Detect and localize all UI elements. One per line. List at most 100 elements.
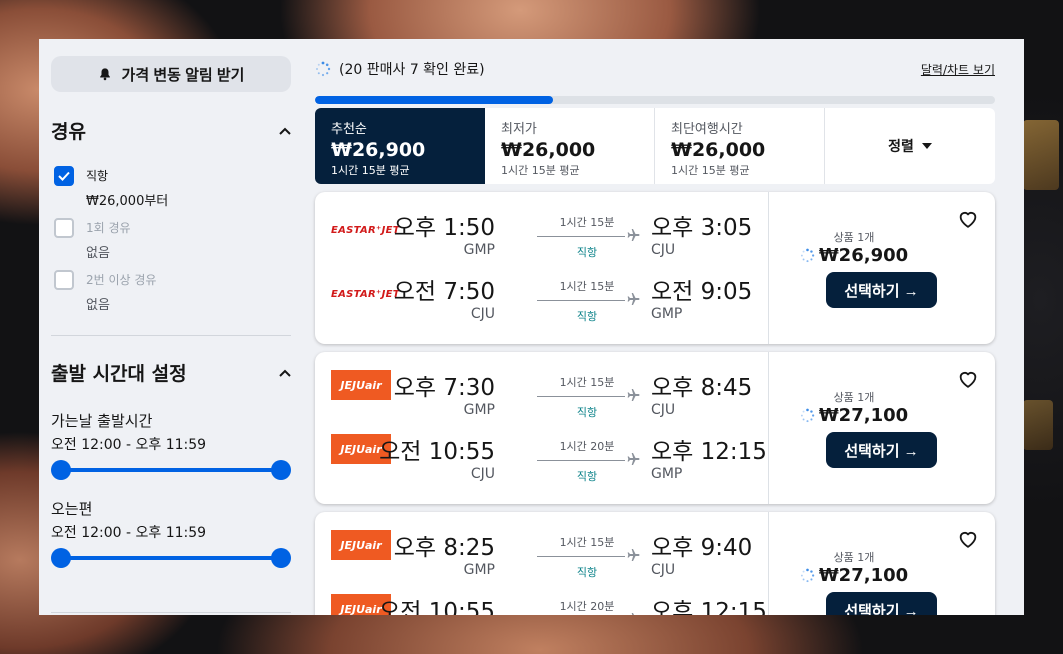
heart-icon[interactable] [957, 208, 979, 230]
tab-price: ₩26,000 [501, 139, 596, 161]
sort-dropdown-label: 정렬 [888, 139, 914, 155]
one-stop-checkbox[interactable] [54, 218, 74, 238]
flight-leg: JEJUair 오전 10:55 CJU 1시간 20분 직항 오후 12:15… [315, 592, 767, 615]
select-flight-button[interactable]: 선택하기 → [826, 432, 937, 468]
flight-duration: 1시간 15분 [559, 216, 615, 229]
flight-leg: JEJUair 오후 8:25 GMP 1시간 15분 직항 오후 9:40 C… [315, 528, 767, 579]
stops-label: 직항 [576, 246, 598, 259]
check-icon [58, 171, 70, 181]
airline-logo: JEJUair [331, 530, 391, 560]
flight-duration: 1시간 20분 [559, 440, 615, 453]
departure-time: 오후 1:50 [393, 215, 495, 241]
calendar-chart-link[interactable]: 달력/차트 보기 [921, 61, 995, 78]
price-alert-button[interactable]: 가격 변동 알림 받기 [51, 56, 291, 92]
stops-option-two-plus[interactable]: 2번 이상 경유 없음 [54, 270, 156, 313]
flight-duration: 1시간 15분 [559, 376, 615, 389]
stops-filter-title: 경유 [51, 121, 86, 143]
tab-cheapest[interactable]: 최저가 ₩26,000 1시간 15분 평균 [485, 108, 655, 184]
slider-handle-start[interactable] [51, 460, 71, 480]
slider-handle-end[interactable] [271, 460, 291, 480]
stops-filter-header[interactable]: 경유 [51, 117, 291, 144]
route-line [537, 460, 625, 461]
plane-icon [627, 229, 640, 241]
heart-icon[interactable] [957, 368, 979, 390]
flight-leg: JEJUair 오전 10:55 CJU 1시간 20분 직항 오후 12:15… [315, 432, 767, 483]
plane-icon [627, 389, 640, 401]
stops-option-price: 없음 [86, 298, 110, 313]
chevron-up-icon[interactable] [279, 369, 291, 377]
price-display: ₩27,100 [769, 405, 939, 426]
arrival-airport: CJU [651, 242, 676, 258]
departure-time: 오전 10:55 [379, 599, 495, 615]
search-status: (20 판매사 7 확인 완료) [315, 59, 485, 79]
airline-logo: JEJUair [331, 370, 391, 400]
select-flight-button[interactable]: 선택하기 → [826, 272, 937, 308]
tab-fastest[interactable]: 최단여행시간 ₩26,000 1시간 15분 평균 [655, 108, 825, 184]
stops-option-price: ₩26,000부터 [86, 194, 169, 209]
tab-price: ₩26,900 [331, 139, 426, 161]
flight-duration: 1시간 20분 [559, 600, 615, 613]
divider [51, 612, 291, 613]
spinner-icon [316, 61, 331, 77]
route-line [537, 556, 625, 557]
search-progress-fill [315, 96, 553, 104]
airline-logo: EASTAR⁺JET [331, 288, 400, 300]
departure-times-header[interactable]: 출발 시간대 설정 [51, 359, 291, 386]
chevron-up-icon[interactable] [279, 127, 291, 135]
route-line [537, 396, 625, 397]
arrival-airport: CJU [651, 562, 676, 578]
stops-option-one-stop[interactable]: 1회 경유 없음 [54, 218, 131, 261]
slider-handle-end[interactable] [271, 548, 291, 568]
flight-result-card[interactable]: EASTAR⁺JET 오후 1:50 GMP 1시간 15분 직항 오후 3:0… [315, 192, 995, 344]
stops-label: 직항 [576, 566, 598, 579]
flight-results-page: 가격 변동 알림 받기 경유 직항 ₩26,000부터 1회 경유 없음 2번 … [39, 39, 1024, 615]
plane-icon [627, 453, 640, 465]
flight-result-card[interactable]: JEJUair 오후 8:25 GMP 1시간 15분 직항 오후 9:40 C… [315, 512, 995, 615]
plane-icon [627, 549, 640, 561]
price-column: 상품 1개 ₩26,900 선택하기 → [768, 192, 995, 344]
return-time-slider[interactable] [51, 548, 291, 568]
spinner-icon [800, 248, 815, 263]
direct-checkbox[interactable] [54, 166, 74, 186]
arrival-time: 오전 9:05 [651, 279, 753, 305]
flight-leg: EASTAR⁺JET 오전 7:50 CJU 1시간 15분 직항 오전 9:0… [315, 272, 767, 323]
slider-handle-start[interactable] [51, 548, 71, 568]
flight-duration: 1시간 15분 [559, 280, 615, 293]
arrival-airport: CJU [651, 402, 676, 418]
route-line [537, 236, 625, 237]
tab-title: 최저가 [501, 122, 537, 137]
tab-price: ₩26,000 [671, 139, 766, 161]
price-column: 상품 1개 ₩27,100 선택하기 → [768, 352, 995, 504]
outbound-time-range: 오전 12:00 - 오후 11:59 [51, 437, 207, 453]
departure-time: 오전 7:50 [393, 279, 495, 305]
tab-best[interactable]: 추천순 ₩26,900 1시간 15분 평균 [315, 108, 485, 184]
background-decoration [1023, 400, 1053, 450]
divider [51, 335, 291, 336]
price-value: ₩27,100 [818, 565, 909, 586]
select-flight-button[interactable]: 선택하기 → [826, 592, 937, 615]
spinner-icon [800, 408, 815, 423]
departure-time: 오후 8:25 [393, 535, 495, 561]
flight-result-card[interactable]: JEJUair 오후 7:30 GMP 1시간 15분 직항 오후 8:45 C… [315, 352, 995, 504]
outbound-time-slider[interactable] [51, 460, 291, 480]
search-status-text: (20 판매사 7 확인 완료) [339, 62, 485, 78]
heart-icon[interactable] [957, 528, 979, 550]
slider-track [61, 556, 281, 560]
sort-dropdown[interactable]: 정렬 [825, 108, 995, 184]
departure-airport: GMP [463, 242, 495, 258]
arrival-airport: GMP [651, 306, 683, 322]
arrival-time: 오후 3:05 [651, 215, 753, 241]
price-value: ₩26,900 [818, 245, 909, 266]
arrival-time: 오후 8:45 [651, 375, 753, 401]
stops-label: 직항 [576, 406, 598, 419]
airline-logo: EASTAR⁺JET [331, 224, 400, 236]
two-plus-stops-checkbox[interactable] [54, 270, 74, 290]
deals-count: 상품 1개 [833, 231, 875, 244]
tab-avg-duration: 1시간 15분 평균 [671, 164, 750, 177]
stops-option-direct[interactable]: 직항 ₩26,000부터 [54, 166, 168, 209]
stops-option-label: 2번 이상 경유 [86, 273, 157, 287]
price-column: 상품 1개 ₩27,100 선택하기 → [768, 512, 995, 615]
price-display: ₩26,900 [769, 245, 939, 266]
return-time-range: 오전 12:00 - 오후 11:59 [51, 525, 207, 541]
return-time-label: 오는편 [51, 500, 93, 518]
